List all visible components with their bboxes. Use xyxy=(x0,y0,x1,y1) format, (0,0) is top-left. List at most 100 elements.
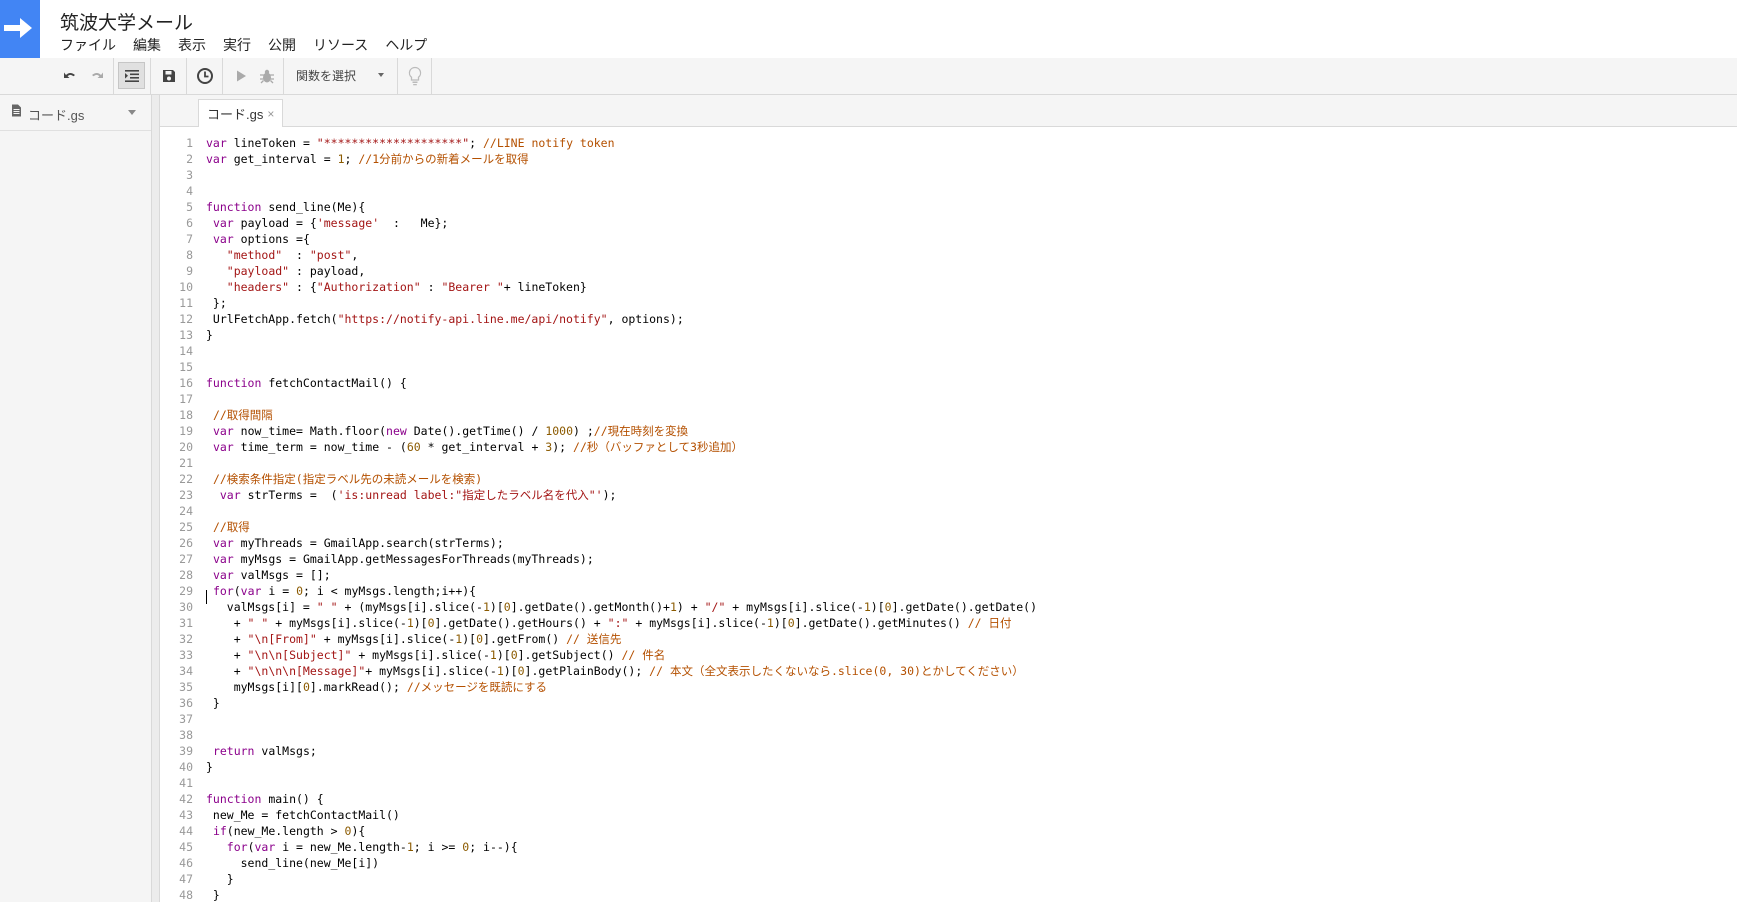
line-number: 11 xyxy=(179,296,193,310)
code-line[interactable]: function fetchContactMail() { xyxy=(206,375,1037,391)
line-number: 43 xyxy=(179,808,193,822)
undo-button[interactable] xyxy=(56,62,83,89)
code-line[interactable]: ​ xyxy=(206,343,1037,359)
code-line[interactable]: for(var i = 0; i < myMsgs.length;i++){ xyxy=(206,583,1037,599)
app-header: 筑波大学メール ファイル 編集 表示 実行 公開 リソース ヘルプ xyxy=(0,0,1737,59)
code-line[interactable]: "method" : "post", xyxy=(206,247,1037,263)
bug-icon xyxy=(259,69,274,83)
code-line[interactable]: + "\n\n[Subject]" + myMsgs[i].slice(-1)[… xyxy=(206,647,1037,663)
code-line[interactable]: "payload" : payload, xyxy=(206,263,1037,279)
line-number: 46 xyxy=(179,856,193,870)
code-line[interactable]: new_Me = fetchContactMail() xyxy=(206,807,1037,823)
code-line[interactable]: ​ xyxy=(206,727,1037,743)
code-line[interactable]: ​ xyxy=(206,167,1037,183)
code-line[interactable]: ​ xyxy=(206,391,1037,407)
code-editor[interactable]: 1 2 3 4 5 6 7 8 9 10 11 12 13 14 15 16 17 18 19 20 21 22 23 24 2… xyxy=(160,127,1737,902)
menu-help[interactable]: ヘルプ xyxy=(385,35,427,55)
code-line[interactable]: }; xyxy=(206,295,1037,311)
toolbar-divider xyxy=(113,58,114,94)
code-line[interactable]: var options ={ xyxy=(206,231,1037,247)
undo-icon xyxy=(63,72,75,78)
code-line[interactable]: + "\n[From]" + myMsgs[i].slice(-1)[0].ge… xyxy=(206,631,1037,647)
line-number: 45 xyxy=(179,840,193,854)
apps-script-logo[interactable] xyxy=(0,0,40,58)
code-line[interactable]: var get_interval = 1; //1分前からの新着メールを取得 xyxy=(206,151,1037,167)
tab-code-gs[interactable]: コード.gs × xyxy=(198,99,284,127)
code-line[interactable]: + " " + myMsgs[i].slice(-1)[0].getDate()… xyxy=(206,615,1037,631)
code-line[interactable]: ​ xyxy=(206,455,1037,471)
redo-button[interactable] xyxy=(83,62,110,89)
line-number: 27 xyxy=(179,552,193,566)
file-icon xyxy=(12,104,21,117)
suggestions-button[interactable] xyxy=(401,62,428,89)
code-line[interactable]: valMsgs[i] = " " + (myMsgs[i].slice(-1)[… xyxy=(206,599,1037,615)
code-line[interactable]: if(new_Me.length > 0){ xyxy=(206,823,1037,839)
function-select[interactable]: 関数を選択 xyxy=(288,62,392,89)
code-line[interactable]: var now_time= Math.floor(new Date().getT… xyxy=(206,423,1037,439)
code-line[interactable]: ​ xyxy=(206,711,1037,727)
code-line[interactable]: //取得 xyxy=(206,519,1037,535)
indent-button[interactable] xyxy=(118,62,145,89)
project-title[interactable]: 筑波大学メール xyxy=(60,8,193,35)
line-number: 47 xyxy=(179,872,193,886)
menu-publish[interactable]: 公開 xyxy=(268,35,296,55)
code-line[interactable]: "headers" : {"Authorization" : "Bearer "… xyxy=(206,279,1037,295)
code-line[interactable]: } xyxy=(206,887,1037,902)
code-line[interactable]: var time_term = now_time - (60 * get_int… xyxy=(206,439,1037,455)
menu-edit[interactable]: 編集 xyxy=(133,35,161,55)
run-icon xyxy=(236,70,246,81)
line-number: 17 xyxy=(179,392,193,406)
code-line[interactable]: send_line(new_Me[i]) xyxy=(206,855,1037,871)
line-number: 31 xyxy=(179,616,193,630)
line-number: 14 xyxy=(179,344,193,358)
toolbar-divider xyxy=(397,58,398,94)
menu-view[interactable]: 表示 xyxy=(178,35,206,55)
code-line[interactable]: var lineToken = "********************"; … xyxy=(206,135,1037,151)
menu-file[interactable]: ファイル xyxy=(60,35,116,55)
line-number: 3 xyxy=(186,168,193,182)
code-line[interactable]: var valMsgs = []; xyxy=(206,567,1037,583)
triggers-button[interactable] xyxy=(191,62,218,89)
code-line[interactable]: myMsgs[i][0].markRead(); //メッセージを既読にする xyxy=(206,679,1037,695)
line-number: 41 xyxy=(179,776,193,790)
line-number: 16 xyxy=(179,376,193,390)
code-line[interactable]: + "\n\n\n[Message]"+ myMsgs[i].slice(-1)… xyxy=(206,663,1037,679)
menu-resources[interactable]: リソース xyxy=(313,35,368,55)
code-line[interactable]: ​ xyxy=(206,359,1037,375)
line-number: 13 xyxy=(179,328,193,342)
code-line[interactable]: ​ xyxy=(206,183,1037,199)
line-number: 22 xyxy=(179,472,193,486)
code-line[interactable]: } xyxy=(206,759,1037,775)
line-number: 32 xyxy=(179,632,193,646)
code-line[interactable]: function send_line(Me){ xyxy=(206,199,1037,215)
code-content[interactable]: var lineToken = "********************"; … xyxy=(206,135,1037,902)
code-line[interactable]: function main() { xyxy=(206,791,1037,807)
code-line[interactable]: ​ xyxy=(206,503,1037,519)
run-button[interactable] xyxy=(227,62,254,89)
menu-run[interactable]: 実行 xyxy=(223,35,251,55)
line-number: 35 xyxy=(179,680,193,694)
chevron-down-icon[interactable] xyxy=(128,110,136,115)
line-number: 10 xyxy=(179,280,193,294)
panel-divider[interactable] xyxy=(152,95,160,902)
line-number: 40 xyxy=(179,760,193,774)
save-button[interactable] xyxy=(155,62,182,89)
code-line[interactable]: //取得間隔 xyxy=(206,407,1037,423)
code-line[interactable]: for(var i = new_Me.length-1; i >= 0; i--… xyxy=(206,839,1037,855)
code-line[interactable]: ​ xyxy=(206,775,1037,791)
code-line[interactable]: UrlFetchApp.fetch("https://notify-api.li… xyxy=(206,311,1037,327)
debug-button[interactable] xyxy=(253,62,280,89)
code-line[interactable]: } xyxy=(206,871,1037,887)
code-line[interactable]: return valMsgs; xyxy=(206,743,1037,759)
sidebar-file-code-gs[interactable]: コード.gs xyxy=(0,95,151,131)
code-line[interactable]: //検索条件指定(指定ラベル先の未読メールを検索) xyxy=(206,471,1037,487)
code-line[interactable]: var myMsgs = GmailApp.getMessagesForThre… xyxy=(206,551,1037,567)
code-line[interactable]: var strTerms = ('is:unread label:"指定したラベ… xyxy=(206,487,1037,503)
line-number: 18 xyxy=(179,408,193,422)
editor-tab-bar: コード.gs × xyxy=(160,95,1737,127)
code-line[interactable]: } xyxy=(206,695,1037,711)
code-line[interactable]: var payload = {'message' : Me}; xyxy=(206,215,1037,231)
code-line[interactable]: var myThreads = GmailApp.search(strTerms… xyxy=(206,535,1037,551)
code-line[interactable]: } xyxy=(206,327,1037,343)
close-icon[interactable]: × xyxy=(267,107,274,121)
